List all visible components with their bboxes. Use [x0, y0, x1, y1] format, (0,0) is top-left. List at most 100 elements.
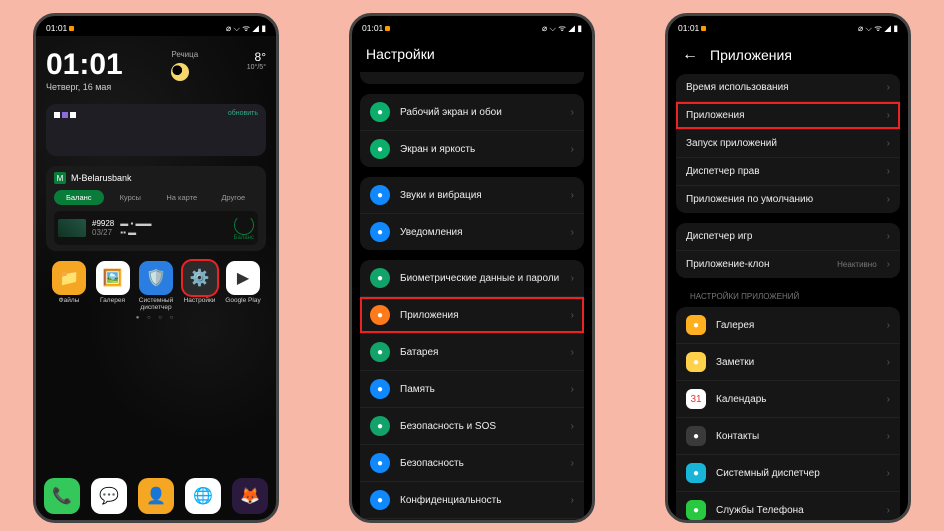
settings-item[interactable]: ●Галерея›	[676, 307, 900, 344]
item-label: Уведомления	[400, 227, 561, 238]
settings-item[interactable]: ●Службы Телефона›	[676, 492, 900, 523]
chevron-icon: ›	[571, 107, 574, 118]
card-number: #9928	[92, 219, 114, 228]
settings-item[interactable]: Запуск приложений›	[676, 130, 900, 158]
chrome-icon[interactable]: 🌐	[185, 478, 221, 514]
card-image	[58, 219, 86, 237]
clock-widget[interactable]: 01:01	[46, 50, 123, 80]
item-icon: ●	[370, 416, 390, 436]
chevron-icon: ›	[571, 458, 574, 469]
refresh-icon[interactable]	[234, 215, 254, 235]
app-icon[interactable]: 🖼️Галерея	[93, 261, 133, 311]
settings-item[interactable]: 31Календарь›	[676, 381, 900, 418]
chevron-icon: ›	[571, 384, 574, 395]
item-icon: ●	[686, 352, 706, 372]
bank-widget[interactable]: МM-Belarusbank Баланс Курсы На карте Дру…	[46, 166, 266, 251]
weather-icon	[171, 63, 189, 81]
item-label: Приложения	[400, 310, 561, 321]
settings-item[interactable]: ●Память›	[360, 371, 584, 408]
tab-other[interactable]: Другое	[209, 190, 259, 205]
tab-rates[interactable]: Курсы	[106, 190, 156, 205]
chevron-icon: ›	[571, 347, 574, 358]
app-icon[interactable]: ⚙️Настройки	[180, 261, 220, 311]
item-icon: ●	[686, 315, 706, 335]
settings-item[interactable]: Приложения по умолчанию ›	[676, 186, 900, 213]
card-date: 03/27	[92, 228, 114, 237]
settings-item[interactable]: ●Экран и яркость›	[360, 131, 584, 167]
page-dots: ● ○ ○ ○	[46, 315, 266, 321]
item-label: Приложения	[686, 110, 877, 121]
chevron-icon: ›	[571, 144, 574, 155]
settings-item[interactable]: ●Звуки и вибрация›	[360, 177, 584, 214]
item-icon: ●	[370, 342, 390, 362]
chevron-icon: ›	[887, 394, 890, 405]
chevron-icon: ›	[887, 357, 890, 368]
item-icon: ●	[370, 185, 390, 205]
item-label: Запуск приложений	[686, 138, 877, 149]
rec-icon	[69, 26, 74, 31]
settings-item[interactable]: ● Батарея ›	[360, 334, 584, 371]
phone-apps: 01:01 ⌀ ⌵ ᯤ ◢ ▮ ← Приложения Время испол…	[665, 13, 911, 523]
item-label: Заметки	[716, 357, 877, 368]
settings-item[interactable]: ● Заметки ›	[676, 344, 900, 381]
settings-item[interactable]: ●Контакты›	[676, 418, 900, 455]
date-label: Четверг, 16 мая	[46, 82, 123, 92]
weather-temp[interactable]: 8° 10°/5°	[247, 50, 266, 71]
settings-item[interactable]: Приложение-клонНеактивно›	[676, 251, 900, 278]
page-title: Настройки	[352, 38, 592, 72]
item-label: Диспетчер прав	[686, 166, 877, 177]
messages-icon[interactable]: 💬	[91, 478, 127, 514]
settings-item[interactable]: ●Уведомления›	[360, 214, 584, 250]
bank-tabs: Баланс Курсы На карте Другое	[54, 190, 258, 205]
item-label: Системный диспетчер	[716, 468, 877, 479]
app-icon[interactable]: ▶Google Play	[223, 261, 263, 311]
tab-map[interactable]: На карте	[157, 190, 207, 205]
item-icon: ●	[370, 305, 390, 325]
section-title: НАСТРОЙКИ ПРИЛОЖЕНИЙ	[676, 288, 900, 307]
item-icon: ●	[686, 426, 706, 446]
app-icon[interactable]: 🛡️Системный диспетчер	[136, 261, 176, 311]
dock: 📞 💬 👤 🌐 🦊	[44, 478, 268, 514]
settings-item[interactable]: ●Приложения›	[360, 297, 584, 334]
item-label: Безопасность и SOS	[400, 421, 561, 432]
item-icon: ●	[370, 379, 390, 399]
item-icon: ●	[686, 500, 706, 520]
item-icon: ●	[370, 268, 390, 288]
settings-item[interactable]: Диспетчер игр›	[676, 223, 900, 251]
update-button[interactable]: обновить	[228, 110, 258, 117]
settings-item[interactable]: ●Конфиденциальность›	[360, 482, 584, 519]
settings-item[interactable]: Время использования›	[676, 74, 900, 102]
settings-item[interactable]: ●Безопасность и SOS›	[360, 408, 584, 445]
settings-item[interactable]: ●Безопасность›	[360, 445, 584, 482]
item-label: Экран и яркость	[400, 144, 561, 155]
chevron-icon: ›	[887, 194, 890, 205]
item-icon: ●	[370, 490, 390, 510]
settings-item[interactable]: ●Биометрические данные и пароли›	[360, 260, 584, 297]
status-bar: 01:01 ⌀ ⌵ ᯤ ◢ ▮	[352, 16, 592, 38]
status-bar: 01:01 ⌀ ⌵ ᯤ ◢ ▮	[36, 16, 276, 38]
tab-balance[interactable]: Баланс	[54, 190, 104, 205]
item-label: Рабочий экран и обои	[400, 107, 561, 118]
music-widget[interactable]: обновить	[46, 104, 266, 156]
app-icon[interactable]: 📁Файлы	[49, 261, 89, 311]
firefox-icon[interactable]: 🦊	[232, 478, 268, 514]
city-label: Речица	[171, 50, 198, 59]
phone-icon[interactable]: 📞	[44, 478, 80, 514]
settings-item[interactable]: Приложения›	[676, 102, 900, 130]
item-label: Приложения по умолчанию	[686, 194, 877, 205]
chevron-icon: ›	[887, 468, 890, 479]
page-title: Приложения	[710, 47, 792, 63]
settings-item[interactable]: ●Системный диспетчер›	[676, 455, 900, 492]
chevron-icon: ›	[571, 495, 574, 506]
settings-item[interactable]: ●Данные о местоположении›	[360, 519, 584, 523]
item-label: Контакты	[716, 431, 877, 442]
settings-item[interactable]: Диспетчер прав›	[676, 158, 900, 186]
item-label: Биометрические данные и пароли	[400, 273, 561, 284]
contacts-icon[interactable]: 👤	[138, 478, 174, 514]
app-row: 📁Файлы🖼️Галерея🛡️Системный диспетчер⚙️На…	[46, 261, 266, 311]
item-label: Батарея	[400, 347, 561, 358]
back-button[interactable]: ←	[682, 46, 698, 64]
item-label: Приложение-клон	[686, 259, 827, 270]
settings-item[interactable]: ●Рабочий экран и обои›	[360, 94, 584, 131]
bank-name: M-Belarusbank	[71, 173, 132, 183]
